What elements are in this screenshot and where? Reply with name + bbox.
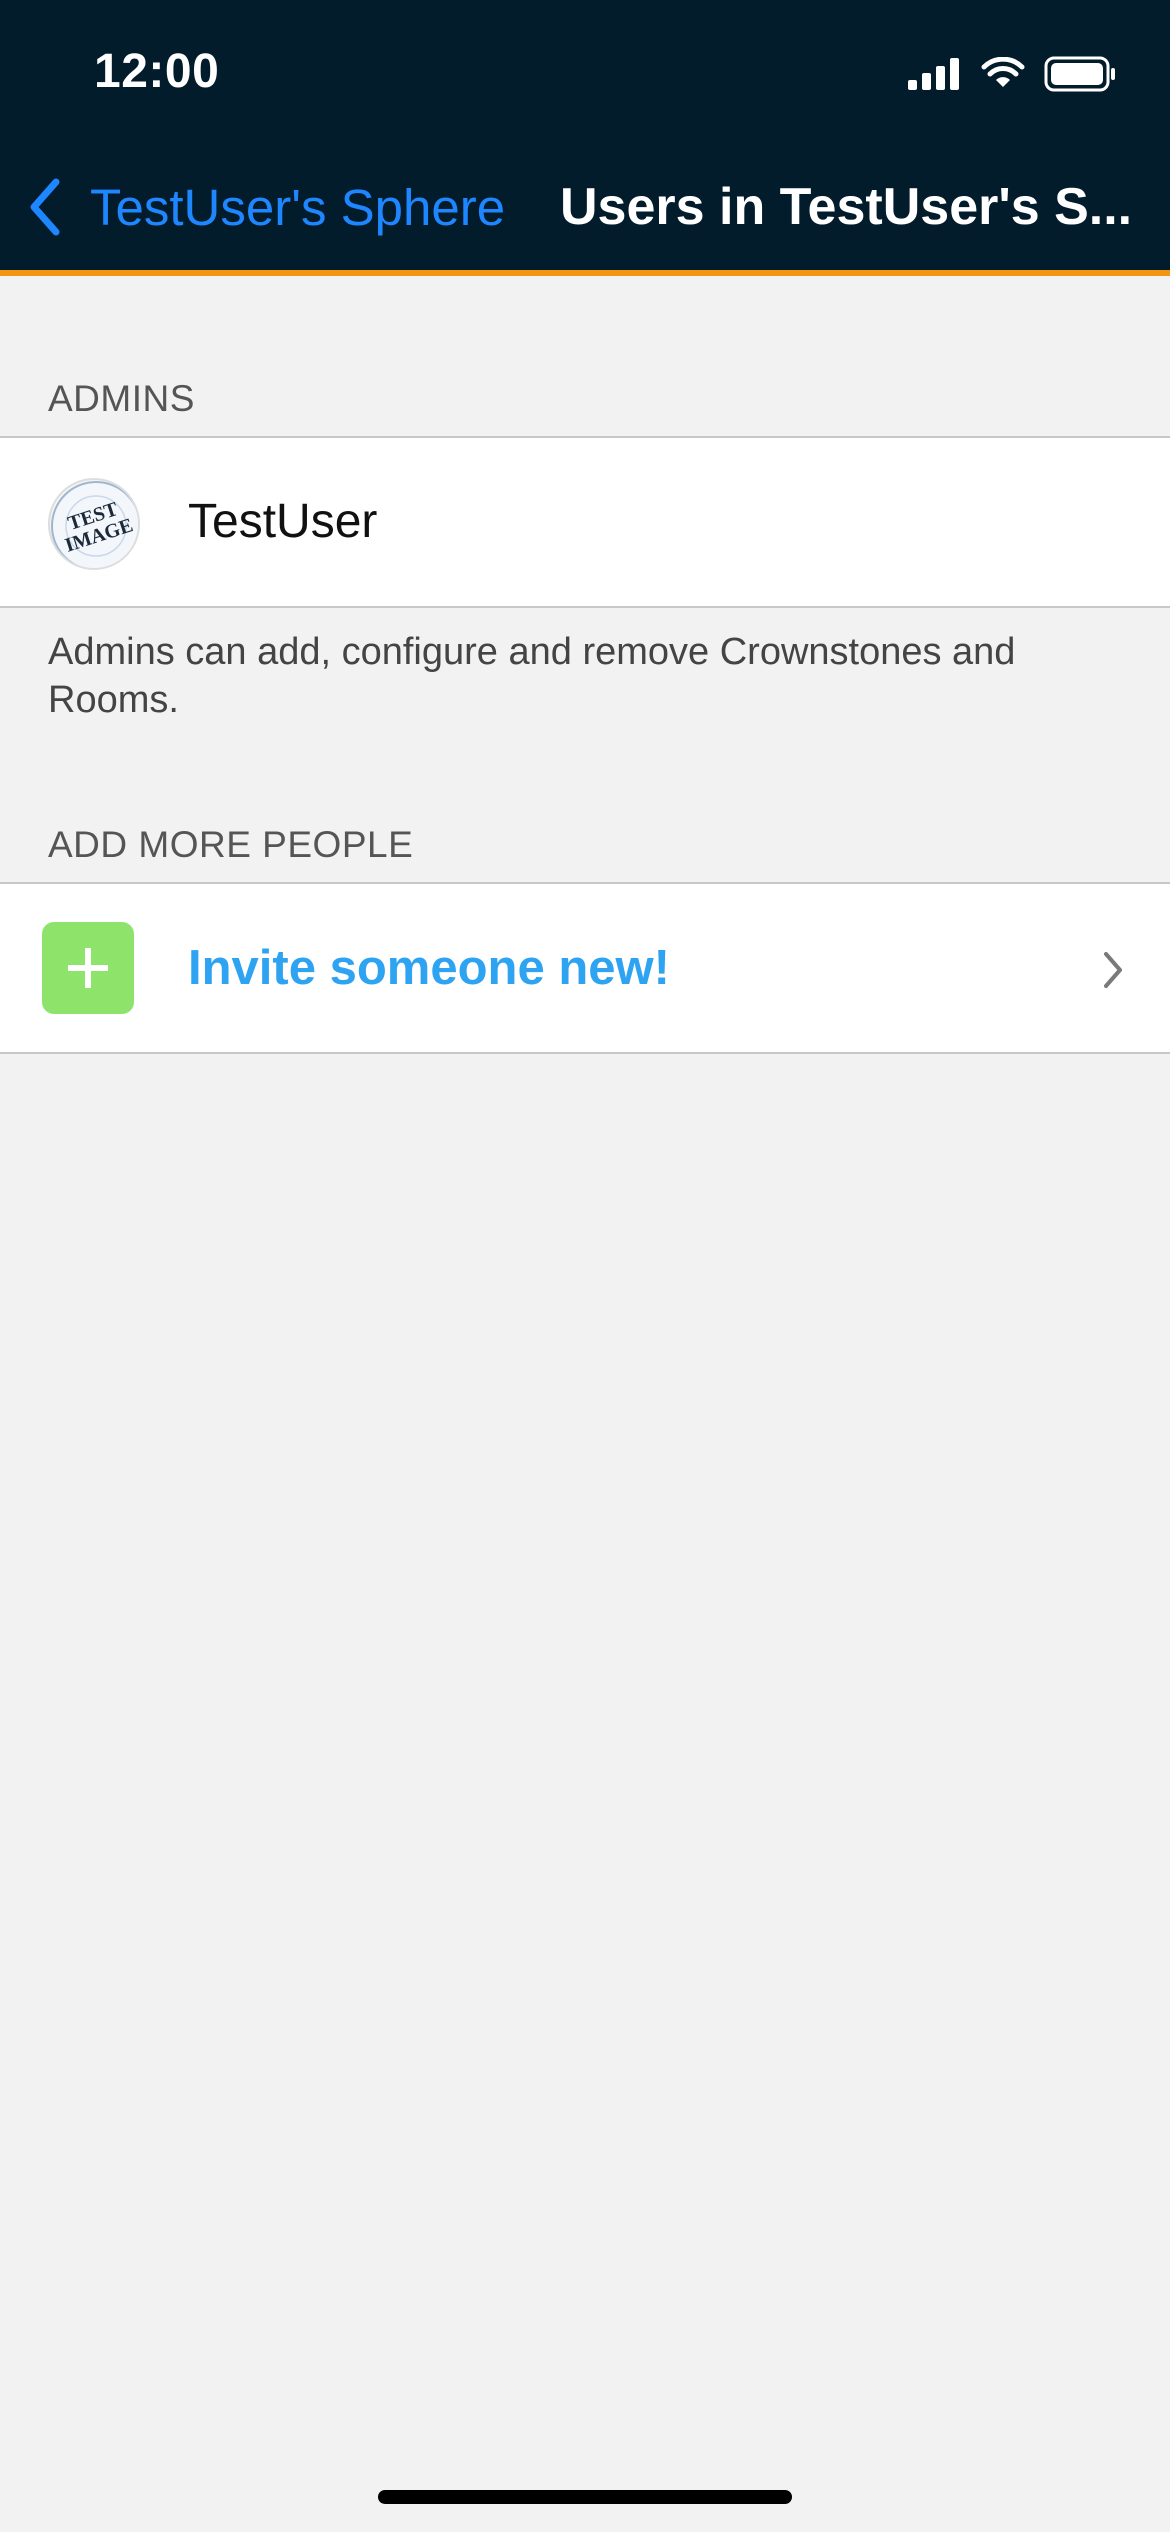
status-time: 12:00 [94,45,220,98]
section-header-add-more-people: ADD MORE PEOPLE [48,824,414,865]
back-button[interactable]: TestUser's Sphere [28,172,505,242]
signal-icon [908,58,959,90]
plus-icon [42,922,134,1014]
chevron-right-icon [1104,952,1122,988]
invite-label: Invite someone new! [188,941,670,995]
avatar: TEST IMAGE [48,478,140,570]
user-name: TestUser [188,495,378,548]
battery-icon [1044,56,1115,92]
navigation-header: 12:00 TestUser's Sphere Users in TestUse… [0,0,1170,276]
invite-someone-row[interactable]: Invite someone new! [0,882,1170,1054]
back-button-label: TestUser's Sphere [90,178,506,236]
chevron-left-icon [30,178,60,236]
plus-glyph [68,948,108,988]
wifi-icon [981,57,1025,87]
admins-footnote: Admins can add, configure and remove Cro… [48,631,1016,721]
user-row-testuser[interactable]: TEST IMAGE TestUser [0,436,1170,608]
test-image-avatar: TEST IMAGE [51,481,138,568]
home-indicator[interactable] [378,2490,792,2504]
status-icons [908,54,1116,94]
page-title: Users in TestUser's S... [560,178,1133,236]
section-header-admins: ADMINS [48,378,195,419]
